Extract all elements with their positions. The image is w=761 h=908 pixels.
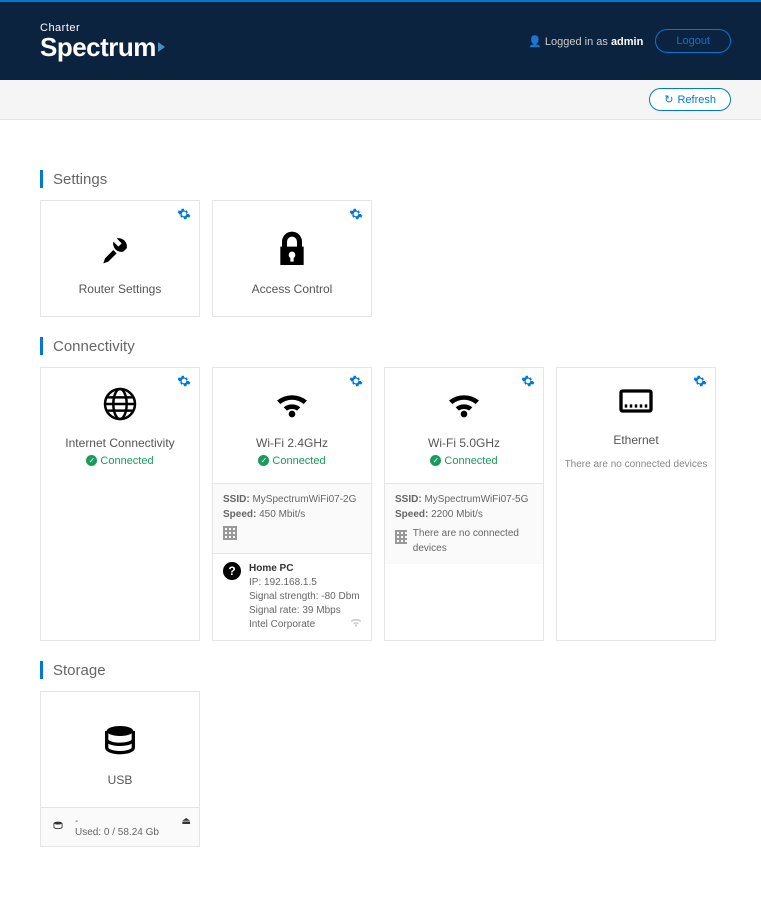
status-badge: ✓Connected <box>430 454 497 467</box>
signal-icon <box>349 615 363 632</box>
card-router-settings[interactable]: Router Settings <box>40 200 200 317</box>
card-wifi-24ghz[interactable]: Wi-Fi 2.4GHz ✓Connected SSID: MySpectrum… <box>212 367 372 641</box>
user-status: 👤 Logged in as admin <box>528 35 643 48</box>
storage-used: Used: 0 / 58.24 Gb <box>75 827 159 838</box>
wifi-icon <box>272 384 312 424</box>
card-title: Wi-Fi 2.4GHz <box>256 436 328 450</box>
globe-icon <box>100 384 140 424</box>
gear-icon[interactable] <box>177 374 191 391</box>
user-icon: 👤 <box>528 36 542 48</box>
top-header: Charter Spectrum 👤 Logged in as admin Lo… <box>0 0 761 80</box>
refresh-icon: ↻ <box>664 93 673 106</box>
check-icon: ✓ <box>430 455 441 466</box>
triangle-icon <box>158 42 165 52</box>
card-wifi-5ghz[interactable]: Wi-Fi 5.0GHz ✓Connected SSID: MySpectrum… <box>384 367 544 641</box>
storage-details: - Used: 0 / 58.24 Gb ⏏ <box>41 807 199 846</box>
card-internet-connectivity[interactable]: Internet Connectivity ✓Connected <box>40 367 200 641</box>
card-title: Wi-Fi 5.0GHz <box>428 436 500 450</box>
card-title: Ethernet <box>613 433 658 447</box>
section-title-connectivity: Connectivity <box>40 337 721 355</box>
wifi-details: SSID: MySpectrumWiFi07-2G Speed: 450 Mbi… <box>213 483 371 553</box>
status-badge: ✓Connected <box>258 454 325 467</box>
gear-icon[interactable] <box>349 374 363 391</box>
check-icon: ✓ <box>86 455 97 466</box>
gear-icon[interactable] <box>521 374 535 391</box>
gear-icon[interactable] <box>693 374 707 391</box>
brand-main: Spectrum <box>40 34 165 60</box>
device-signal-rate: Signal rate: 39 Mbps <box>249 604 360 618</box>
logout-button[interactable]: Logout <box>655 29 731 53</box>
section-title-settings: Settings <box>40 170 721 188</box>
storage-label: - <box>75 816 159 827</box>
section-title-storage: Storage <box>40 661 721 679</box>
accent-bar-icon <box>40 337 43 355</box>
refresh-button[interactable]: ↻ Refresh <box>649 88 731 111</box>
tools-icon <box>100 230 140 270</box>
disk-icon <box>51 819 65 836</box>
card-title: Access Control <box>252 282 333 296</box>
status-badge: ✓Connected <box>86 454 153 467</box>
lock-icon <box>272 230 312 270</box>
wifi-details: SSID: MySpectrumWiFi07-5G Speed: 2200 Mb… <box>385 483 543 564</box>
no-devices-text: There are no connected devices <box>413 526 533 556</box>
qr-icon[interactable] <box>223 526 237 540</box>
card-access-control[interactable]: Access Control <box>212 200 372 317</box>
brand-logo: Charter Spectrum <box>40 23 165 60</box>
storage-icon <box>100 721 140 761</box>
device-name: Home PC <box>249 562 360 576</box>
header-right: 👤 Logged in as admin Logout <box>528 29 731 53</box>
unknown-device-icon: ? <box>223 562 241 580</box>
gear-icon[interactable] <box>349 207 363 224</box>
card-title: Router Settings <box>79 282 162 296</box>
card-ethernet[interactable]: Ethernet There are no connected devices <box>556 367 716 641</box>
card-title: USB <box>108 773 133 787</box>
no-devices-text: There are no connected devices <box>559 459 714 478</box>
card-title: Internet Connectivity <box>65 436 174 450</box>
sub-header: ↻ Refresh <box>0 80 761 120</box>
accent-bar-icon <box>40 661 43 679</box>
wifi-icon <box>444 384 484 424</box>
ethernet-icon <box>616 381 656 421</box>
device-ip: IP: 192.168.1.5 <box>249 576 360 590</box>
card-usb[interactable]: USB - Used: 0 / 58.24 Gb ⏏ <box>40 691 200 847</box>
device-vendor: Intel Corporate <box>249 618 360 632</box>
qr-icon[interactable] <box>395 530 407 544</box>
eject-icon[interactable]: ⏏ <box>182 816 191 827</box>
check-icon: ✓ <box>258 455 269 466</box>
connected-device[interactable]: ? Home PC IP: 192.168.1.5 Signal strengt… <box>213 553 371 640</box>
main-content: Settings Router Settings Access Control … <box>0 120 761 877</box>
gear-icon[interactable] <box>177 207 191 224</box>
accent-bar-icon <box>40 170 43 188</box>
device-signal-strength: Signal strength: -80 Dbm <box>249 590 360 604</box>
